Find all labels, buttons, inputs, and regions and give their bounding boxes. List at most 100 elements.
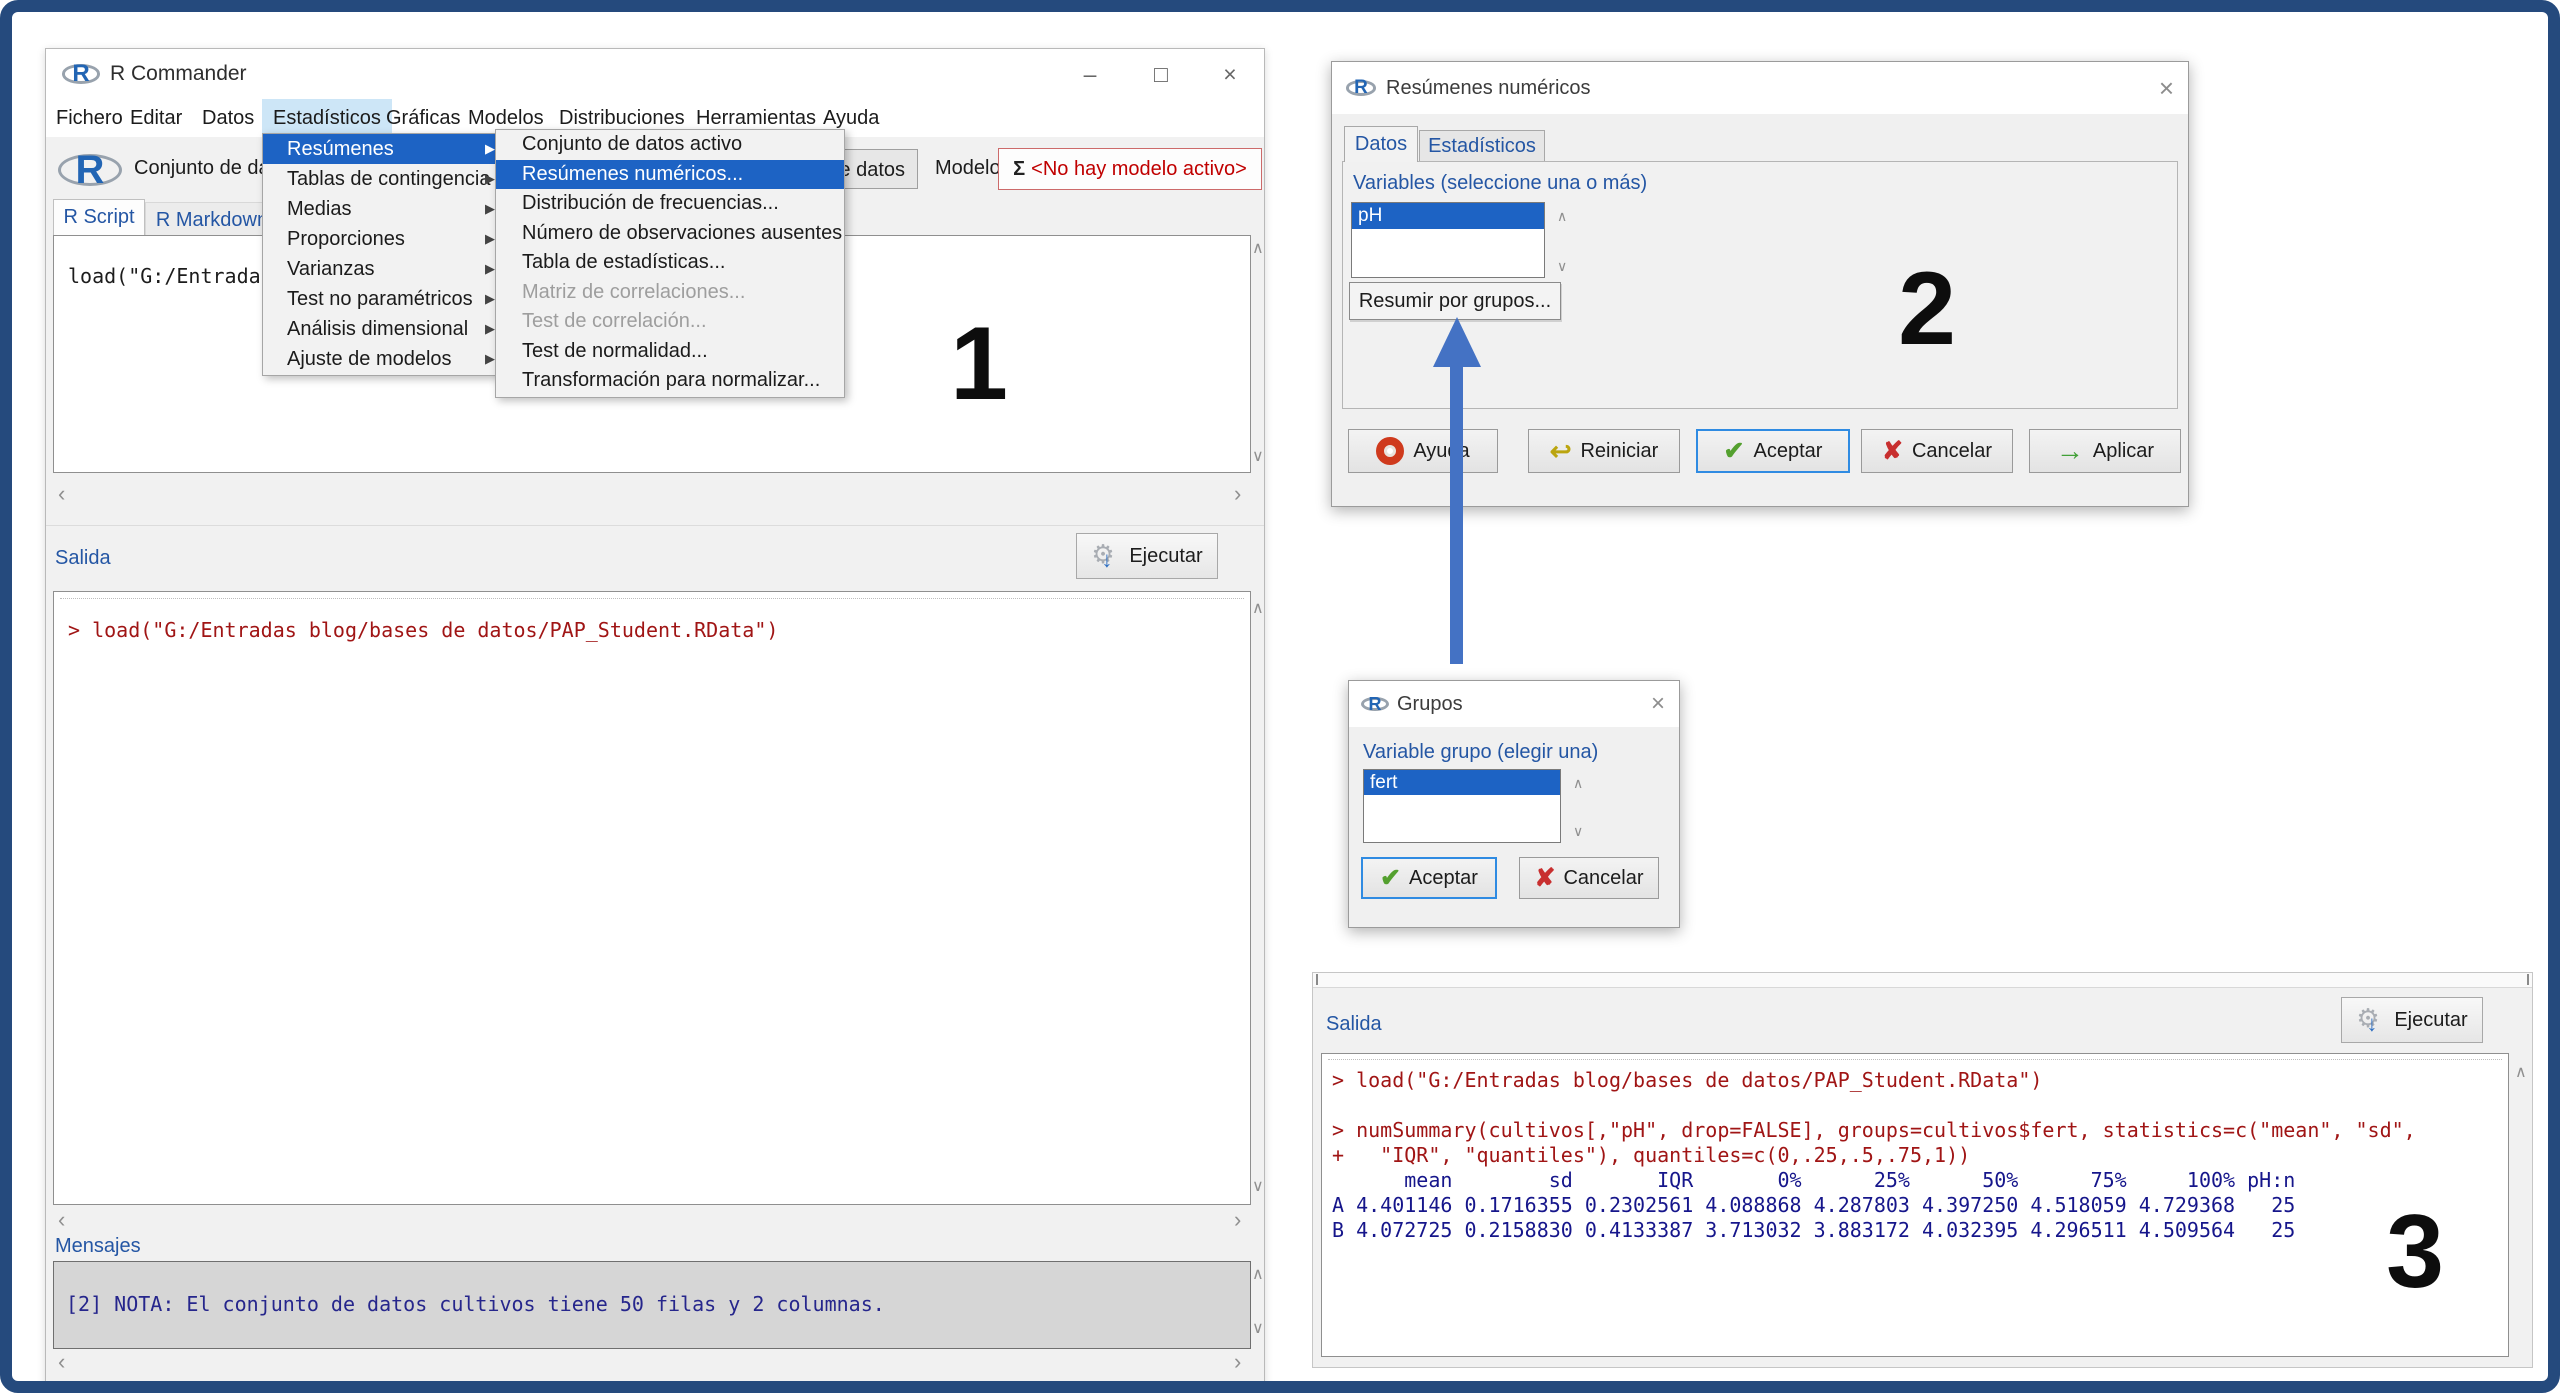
scroll-down-icon[interactable]: ∨ bbox=[1252, 1321, 1264, 1337]
tab-r-markdown[interactable]: R Markdown bbox=[145, 202, 279, 238]
variables-listbox[interactable]: pH bbox=[1351, 202, 1545, 278]
menu-item-test-no-parametricos[interactable]: Test no paramétricos▶ bbox=[263, 284, 503, 314]
aplicar-button[interactable]: → Aplicar bbox=[2029, 429, 2181, 473]
output-text-area[interactable]: > load("G:/Entradas blog/bases de datos/… bbox=[1321, 1053, 2509, 1357]
scrollbar-tick bbox=[2527, 974, 2529, 985]
group-variable-listbox[interactable]: fert bbox=[1363, 769, 1561, 843]
scroll-right-icon[interactable]: › bbox=[1234, 479, 1241, 509]
scroll-left-icon[interactable]: ‹ bbox=[58, 1209, 65, 1231]
menu-item-medias[interactable]: Medias▶ bbox=[263, 194, 503, 224]
menu-editar[interactable]: Editar bbox=[130, 99, 182, 137]
maximize-button[interactable]: □ bbox=[1131, 49, 1191, 99]
scroll-down-icon[interactable]: ∨ bbox=[1573, 823, 1583, 839]
screenshot-canvas: R R Commander – □ × Fichero Editar Datos… bbox=[0, 0, 2560, 1393]
menu-item-ajuste-de-modelos[interactable]: Ajuste de modelos▶ bbox=[263, 344, 503, 374]
scroll-down-icon[interactable]: ∨ bbox=[1557, 258, 1567, 274]
step-number-1: 1 bbox=[934, 312, 1024, 416]
tab-datos[interactable]: Datos bbox=[1344, 126, 1418, 162]
grupos-dialog: R Grupos × Variable grupo (elegir una) f… bbox=[1348, 680, 1680, 928]
submenu-item-distribucion-frecuencias[interactable]: Distribución de frecuencias... bbox=[496, 189, 844, 219]
submenu-item-conjunto-datos-activo[interactable]: Conjunto de datos activo bbox=[496, 130, 844, 160]
salida-label: Salida bbox=[1326, 1013, 1382, 1036]
cancelar-button[interactable]: ✘ Cancelar bbox=[1861, 429, 2013, 473]
scroll-down-icon[interactable]: ∨ bbox=[1252, 449, 1264, 465]
reset-arrow-icon: ↩ bbox=[1550, 436, 1572, 467]
menu-graficas[interactable]: Gráficas bbox=[386, 99, 460, 137]
resumenes-submenu: Conjunto de datos activo Resúmenes numér… bbox=[495, 129, 845, 398]
close-icon[interactable]: × bbox=[1651, 681, 1665, 727]
dialog-title-bar: R Grupos × bbox=[1349, 681, 1679, 727]
step-number-3: 3 bbox=[2370, 1200, 2460, 1304]
script-code-line: load("G:/Entradas bbox=[68, 264, 273, 288]
group-item-selected[interactable]: fert bbox=[1364, 770, 1560, 795]
dialog-title: Resúmenes numéricos bbox=[1386, 62, 1591, 114]
scroll-down-icon[interactable]: ∨ bbox=[1252, 1179, 1264, 1195]
resumir-por-grupos-button[interactable]: Resumir por grupos... bbox=[1349, 282, 1561, 320]
scroll-left-icon[interactable]: ‹ bbox=[58, 479, 65, 509]
aceptar-button[interactable]: ✔ Aceptar bbox=[1696, 429, 1850, 473]
output-table-row-b: B 4.072725 0.2158830 0.4133387 3.713032 … bbox=[1332, 1218, 2508, 1243]
check-icon: ✔ bbox=[1724, 436, 1745, 466]
output-table-header: mean sd IQR 0% 25% 50% 75% 100% pH:n bbox=[1332, 1168, 2508, 1193]
check-icon: ✔ bbox=[1380, 863, 1401, 893]
r-logo-icon: R bbox=[1361, 693, 1389, 715]
help-lifering-icon bbox=[1376, 437, 1404, 465]
scroll-left-icon[interactable]: ‹ bbox=[58, 1351, 65, 1373]
ejecutar-button[interactable]: ⚙↓ Ejecutar bbox=[1076, 533, 1218, 579]
salida-output-panel: Salida ⚙↓ Ejecutar > load("G:/Entradas b… bbox=[1312, 972, 2533, 1368]
submenu-item-tabla-estadisticas[interactable]: Tabla de estadísticas... bbox=[496, 248, 844, 278]
submenu-item-observaciones-ausentes[interactable]: Número de observaciones ausentes bbox=[496, 219, 844, 249]
close-icon[interactable]: × bbox=[2159, 62, 2174, 114]
ayuda-button[interactable]: Ayuda bbox=[1348, 429, 1498, 473]
salida-label: Salida bbox=[55, 547, 111, 570]
scroll-up-icon[interactable]: ∧ bbox=[1252, 241, 1264, 257]
cross-icon: ✘ bbox=[1882, 436, 1903, 466]
output-area[interactable]: > load("G:/Entradas blog/bases de datos/… bbox=[53, 591, 1251, 1205]
menu-item-resumenes[interactable]: Resúmenes▶ bbox=[263, 134, 503, 164]
estadisticos-dropdown: Resúmenes▶ Tablas de contingencia▶ Media… bbox=[262, 133, 504, 376]
active-model-button[interactable]: Σ<No hay modelo activo> bbox=[998, 148, 1262, 190]
section-divider bbox=[46, 525, 1264, 526]
variable-item-selected[interactable]: pH bbox=[1352, 203, 1544, 229]
output-table-row-a: A 4.401146 0.1716355 0.2302561 4.088868 … bbox=[1332, 1193, 2508, 1218]
scroll-up-icon[interactable]: ∧ bbox=[1557, 208, 1567, 224]
menu-item-varianzas[interactable]: Varianzas▶ bbox=[263, 254, 503, 284]
ejecutar-button[interactable]: ⚙↓ Ejecutar bbox=[2341, 997, 2483, 1043]
datos-tab-panel: Variables (seleccione una o más) pH ∧ ∨ … bbox=[1342, 161, 2178, 409]
cancelar-button[interactable]: ✘ Cancelar bbox=[1519, 857, 1659, 899]
scroll-right-icon[interactable]: › bbox=[1234, 1209, 1241, 1231]
submenu-arrow-icon: ▶ bbox=[485, 344, 495, 374]
variable-grupo-label: Variable grupo (elegir una) bbox=[1363, 741, 1598, 764]
scroll-up-icon[interactable]: ∧ bbox=[1252, 1267, 1264, 1283]
tab-r-script[interactable]: R Script bbox=[53, 199, 145, 235]
close-button[interactable]: × bbox=[1200, 49, 1260, 99]
menu-item-proporciones[interactable]: Proporciones▶ bbox=[263, 224, 503, 254]
reiniciar-button[interactable]: ↩ Reiniciar bbox=[1528, 429, 1680, 473]
cross-icon: ✘ bbox=[1535, 863, 1556, 893]
menu-fichero[interactable]: Fichero bbox=[56, 99, 123, 137]
tab-estadisticos[interactable]: Estadísticos bbox=[1419, 130, 1545, 162]
menu-datos[interactable]: Datos bbox=[202, 99, 254, 137]
minimize-button[interactable]: – bbox=[1060, 49, 1120, 99]
menu-item-tablas-contingencia[interactable]: Tablas de contingencia▶ bbox=[263, 164, 503, 194]
r-logo-icon: R bbox=[62, 59, 100, 89]
message-note-line: [2] NOTA: El conjunto de datos cultivos … bbox=[66, 1292, 885, 1316]
title-bar: R R Commander – □ × bbox=[46, 49, 1264, 99]
annotation-arrow-line bbox=[1450, 364, 1463, 664]
menu-item-analisis-dimensional[interactable]: Análisis dimensional▶ bbox=[263, 314, 503, 344]
aceptar-button[interactable]: ✔ Aceptar bbox=[1361, 857, 1497, 899]
submenu-arrow-icon: ▶ bbox=[485, 164, 495, 194]
submenu-arrow-icon: ▶ bbox=[485, 314, 495, 344]
variables-label: Variables (seleccione una o más) bbox=[1353, 172, 1647, 195]
output-line-blank bbox=[1332, 1093, 2508, 1118]
menu-estadisticos[interactable]: Estadísticos bbox=[262, 99, 392, 137]
scroll-up-icon[interactable]: ∧ bbox=[1252, 601, 1264, 617]
r-logo-icon-large: R bbox=[58, 145, 122, 195]
scroll-up-icon[interactable]: ∧ bbox=[2515, 1065, 2527, 1081]
scroll-up-icon[interactable]: ∧ bbox=[1573, 775, 1583, 791]
submenu-item-transformacion-normalizar[interactable]: Transformación para normalizar... bbox=[496, 366, 844, 396]
submenu-item-resumenes-numericos[interactable]: Resúmenes numéricos... bbox=[496, 160, 844, 190]
messages-area[interactable]: [2] NOTA: El conjunto de datos cultivos … bbox=[53, 1261, 1251, 1349]
scroll-right-icon[interactable]: › bbox=[1234, 1351, 1241, 1373]
submenu-item-test-normalidad[interactable]: Test de normalidad... bbox=[496, 337, 844, 367]
